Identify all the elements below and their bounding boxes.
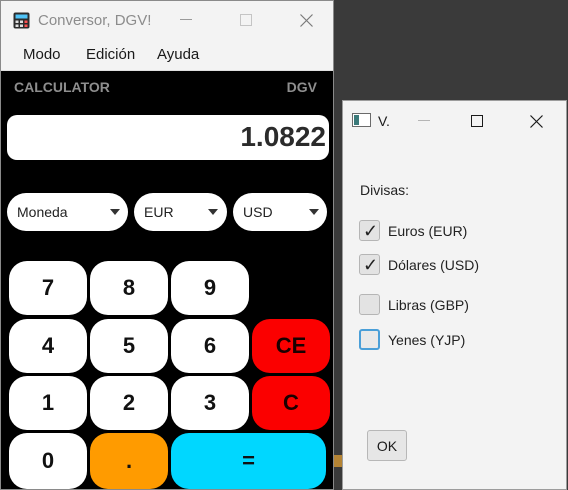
- calculator-heading: CALCULATOR: [14, 79, 110, 95]
- close-icon: [529, 114, 543, 128]
- mode-select[interactable]: Moneda: [7, 193, 128, 231]
- converter-window: Conversor, DGV! Modo Edición Ayuda CALCU…: [0, 0, 334, 490]
- key-8[interactable]: 8: [90, 261, 168, 315]
- checkbox-box[interactable]: [359, 294, 380, 315]
- dialog-maximize-button[interactable]: [454, 102, 500, 140]
- title-bar[interactable]: Conversor, DGV!: [1, 1, 333, 39]
- background-window-edge: [334, 455, 342, 467]
- checkmark-icon: ✓: [363, 255, 379, 275]
- minimize-icon: [180, 19, 192, 20]
- close-icon: [299, 13, 313, 27]
- minimize-button[interactable]: [163, 1, 209, 39]
- from-currency-value: EUR: [144, 204, 174, 220]
- close-button[interactable]: [283, 1, 329, 39]
- key-7[interactable]: 7: [9, 261, 87, 315]
- currencies-label: Divisas:: [360, 182, 410, 198]
- to-currency-select[interactable]: USD: [233, 193, 327, 231]
- chevron-down-icon: [208, 209, 218, 215]
- key-4[interactable]: 4: [9, 319, 87, 373]
- checkbox-gbp-label: Libras (GBP): [388, 297, 469, 313]
- dialog-close-button[interactable]: [513, 102, 559, 140]
- checkbox-box[interactable]: ✓: [359, 254, 380, 275]
- key-6[interactable]: 6: [171, 319, 249, 373]
- maximize-button[interactable]: [223, 1, 269, 39]
- key-1[interactable]: 1: [9, 376, 87, 430]
- result-display: 1.0822: [7, 115, 329, 160]
- to-currency-value: USD: [243, 204, 273, 220]
- mode-select-value: Moneda: [17, 204, 68, 220]
- window-app-icon: [352, 113, 371, 127]
- menu-ayuda[interactable]: Ayuda: [157, 46, 199, 63]
- clear-entry-button[interactable]: CE: [252, 319, 330, 373]
- display-value: 1.0822: [240, 121, 326, 152]
- chevron-down-icon: [309, 209, 319, 215]
- checkbox-usd-label: Dólares (USD): [388, 257, 480, 273]
- maximize-icon: [471, 115, 483, 127]
- checkmark-icon: ✓: [363, 221, 379, 241]
- calculator-panel: CALCULATOR DGV 1.0822 Moneda EUR USD 7 8…: [1, 71, 333, 489]
- dialog-minimize-button[interactable]: [401, 102, 447, 140]
- menu-modo[interactable]: Modo: [23, 46, 61, 63]
- maximize-icon: [240, 14, 252, 26]
- key-0[interactable]: 0: [9, 433, 87, 489]
- minimize-icon: [418, 120, 430, 121]
- checkbox-yjp-label: Yenes (YJP): [388, 332, 466, 348]
- key-3[interactable]: 3: [171, 376, 249, 430]
- checkbox-box[interactable]: [359, 329, 380, 350]
- window-title: Conversor, DGV!: [38, 12, 152, 29]
- from-currency-select[interactable]: EUR: [134, 193, 227, 231]
- clear-button[interactable]: C: [252, 376, 330, 430]
- chevron-down-icon: [110, 209, 120, 215]
- brand-label: DGV: [286, 79, 317, 95]
- menu-bar: Modo Edición Ayuda: [1, 39, 333, 71]
- dialog-title: V.: [378, 113, 390, 129]
- calculator-app-icon: [13, 12, 30, 29]
- currency-dialog: V. Divisas: ✓ Euros (EUR) ✓ Dólares (USD…: [342, 100, 567, 490]
- checkbox-eur-label: Euros (EUR): [388, 223, 468, 239]
- key-5[interactable]: 5: [90, 319, 168, 373]
- decimal-point-button[interactable]: .: [90, 433, 168, 489]
- ok-button[interactable]: OK: [367, 430, 407, 461]
- menu-edicion[interactable]: Edición: [86, 46, 135, 63]
- checkbox-box[interactable]: ✓: [359, 220, 380, 241]
- key-9[interactable]: 9: [171, 261, 249, 315]
- equals-button[interactable]: =: [171, 433, 326, 489]
- key-2[interactable]: 2: [90, 376, 168, 430]
